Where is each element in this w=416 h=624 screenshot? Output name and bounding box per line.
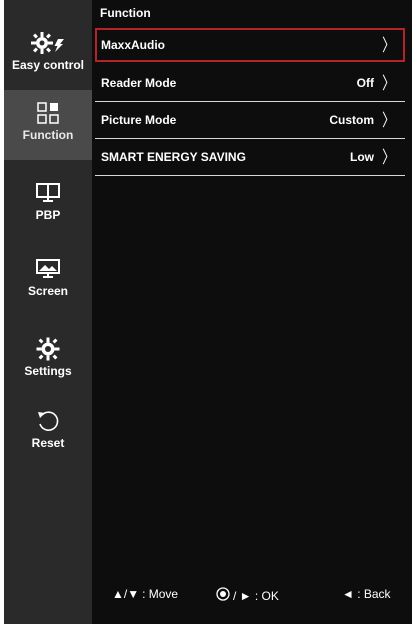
easy-control-icon bbox=[31, 30, 65, 56]
sidebar-item-label: Screen bbox=[27, 284, 69, 298]
footer-hints: ▲/▼ : Move / ► : OK ◄ : Back bbox=[92, 585, 412, 605]
sidebar-item-settings[interactable]: Settings bbox=[4, 332, 92, 402]
back-hint: ◄ : Back bbox=[342, 587, 391, 601]
sidebar-item-label: Settings bbox=[24, 364, 72, 378]
pbp-icon bbox=[36, 180, 60, 206]
ok-hint-label: / ► : OK bbox=[233, 588, 279, 603]
menu-row-value: Custom bbox=[329, 113, 374, 127]
menu-row-picture-mode[interactable]: Picture Mode Custom 〉 bbox=[95, 103, 405, 137]
sidebar-item-function[interactable]: Function bbox=[4, 90, 92, 160]
menu-row-value: Low bbox=[350, 150, 374, 164]
panel-title: Function bbox=[100, 6, 151, 20]
osd-menu: Easy control Function PBP Screen Setting… bbox=[4, 0, 412, 624]
menu-row-label: SMART ENERGY SAVING bbox=[101, 150, 246, 164]
menu-row-smart-energy-saving[interactable]: SMART ENERGY SAVING Low 〉 bbox=[95, 140, 405, 174]
chevron-right-icon: 〉 bbox=[382, 73, 395, 93]
move-hint-label: : Move bbox=[142, 587, 179, 601]
sidebar-item-label: Function bbox=[22, 128, 74, 142]
sidebar-item-easy-control[interactable]: Easy control bbox=[4, 26, 92, 96]
chevron-right-icon: 〉 bbox=[382, 147, 395, 167]
menu-row-label: Picture Mode bbox=[101, 113, 177, 127]
row-divider bbox=[95, 138, 405, 139]
joystick-button-icon bbox=[216, 587, 230, 604]
sidebar: Easy control Function PBP Screen Setting… bbox=[4, 0, 92, 624]
back-hint-label: ◄ : Back bbox=[342, 587, 391, 601]
sidebar-item-pbp[interactable]: PBP bbox=[4, 176, 92, 246]
row-divider bbox=[95, 101, 405, 102]
row-divider bbox=[95, 175, 405, 176]
sidebar-item-label: PBP bbox=[35, 208, 61, 222]
up-down-arrows-icon: ▲/▼ bbox=[112, 587, 140, 601]
function-panel: Function MaxxAudio 〉 Reader Mode Off 〉 P… bbox=[92, 0, 412, 624]
chevron-right-icon: 〉 bbox=[382, 35, 395, 55]
screen-icon bbox=[36, 256, 60, 282]
sidebar-item-reset[interactable]: Reset bbox=[4, 404, 92, 474]
move-hint: ▲/▼ : Move bbox=[112, 587, 178, 601]
menu-row-value: Off bbox=[356, 76, 374, 90]
menu-row-maxxaudio[interactable]: MaxxAudio 〉 bbox=[95, 28, 405, 62]
function-icon bbox=[37, 100, 59, 126]
ok-hint: / ► : OK bbox=[216, 587, 279, 604]
menu-row-label: MaxxAudio bbox=[101, 38, 166, 52]
sidebar-item-label: Reset bbox=[31, 436, 65, 450]
sidebar-item-label: Easy control bbox=[11, 58, 85, 72]
menu-row-label: Reader Mode bbox=[101, 76, 177, 90]
chevron-right-icon: 〉 bbox=[382, 110, 395, 130]
settings-gear-icon bbox=[36, 336, 60, 362]
reset-icon bbox=[36, 408, 60, 434]
menu-row-reader-mode[interactable]: Reader Mode Off 〉 bbox=[95, 66, 405, 100]
sidebar-item-screen[interactable]: Screen bbox=[4, 252, 92, 322]
